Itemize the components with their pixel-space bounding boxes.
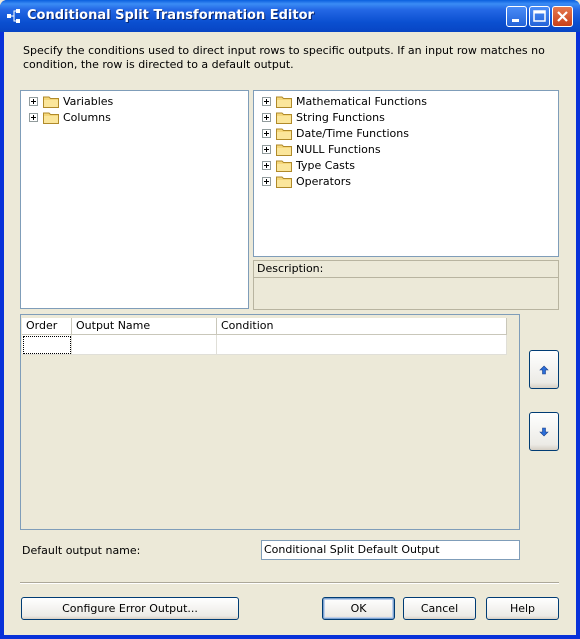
folder-icon [276, 160, 292, 172]
tree-item-label: Columns [63, 110, 111, 124]
expand-icon[interactable] [29, 96, 38, 106]
dialog-body: Specify the conditions used to direct in… [4, 32, 576, 635]
tree-item-mathematical-functions[interactable]: Mathematical Functions [262, 93, 427, 109]
folder-icon [276, 96, 292, 108]
tree-item-string-functions[interactable]: String Functions [262, 109, 385, 125]
close-button[interactable] [552, 6, 573, 27]
expand-icon[interactable] [29, 112, 38, 122]
dialog-window: Conditional Split Transformation Editor … [0, 0, 580, 639]
window-title: Conditional Split Transformation Editor [27, 8, 314, 23]
column-header-output-name[interactable]: Output Name [72, 318, 217, 335]
close-icon [557, 11, 568, 22]
cell-condition[interactable] [217, 335, 507, 355]
tree-item-label: Mathematical Functions [296, 94, 427, 108]
arrow-down-icon [539, 427, 549, 436]
tree-item-label: Operators [296, 174, 351, 188]
maximize-icon [533, 10, 546, 22]
help-button[interactable]: Help [486, 597, 559, 620]
column-header-condition[interactable]: Condition [217, 318, 507, 335]
tree-item-label: Date/Time Functions [296, 126, 409, 140]
columns-variables-tree[interactable]: Variables Columns [20, 90, 249, 309]
configure-error-output-button[interactable]: Configure Error Output... [21, 597, 239, 620]
move-down-button[interactable] [529, 412, 559, 451]
transformation-icon [7, 9, 20, 23]
tree-item-label: String Functions [296, 110, 385, 124]
tree-item-label: NULL Functions [296, 142, 381, 156]
folder-icon [276, 176, 292, 188]
minimize-button[interactable] [506, 6, 527, 27]
default-output-label: Default output name: [22, 544, 141, 557]
folder-icon [43, 96, 59, 108]
column-header-order[interactable]: Order [22, 318, 72, 335]
tree-item-null-functions[interactable]: NULL Functions [262, 141, 381, 157]
folder-icon [43, 112, 59, 124]
maximize-button[interactable] [529, 6, 550, 27]
tree-item-columns[interactable]: Columns [29, 109, 111, 125]
tree-item-operators[interactable]: Operators [262, 173, 351, 189]
tree-item-label: Variables [63, 94, 114, 108]
description-box [253, 278, 559, 310]
ok-button[interactable]: OK [322, 597, 395, 620]
instructions-text: Specify the conditions used to direct in… [23, 44, 545, 71]
minimize-icon [512, 19, 519, 22]
tree-item-datetime-functions[interactable]: Date/Time Functions [262, 125, 409, 141]
tree-item-label: Type Casts [296, 158, 355, 172]
cell-output-name[interactable] [72, 335, 217, 355]
move-up-button[interactable] [529, 350, 559, 389]
tree-item-type-casts[interactable]: Type Casts [262, 157, 355, 173]
expand-icon[interactable] [262, 96, 271, 106]
separator [20, 582, 559, 584]
grid-body: Order Output Name Condition [22, 316, 507, 528]
tree-item-variables[interactable]: Variables [29, 93, 113, 109]
cell-order[interactable] [22, 335, 72, 355]
title-bar[interactable]: Conditional Split Transformation Editor [0, 0, 580, 32]
cancel-button[interactable]: Cancel [403, 597, 476, 620]
expand-icon[interactable] [262, 144, 271, 154]
expand-icon[interactable] [262, 176, 271, 186]
functions-tree[interactable]: Mathematical Functions String Functions … [253, 90, 559, 257]
conditions-grid[interactable]: Order Output Name Condition [20, 314, 520, 530]
folder-icon [276, 112, 292, 124]
expand-icon[interactable] [262, 128, 271, 138]
default-output-name-input[interactable]: Conditional Split Default Output [261, 540, 520, 560]
folder-icon [276, 128, 292, 140]
expand-icon[interactable] [262, 112, 271, 122]
arrow-up-icon [539, 365, 549, 374]
expand-icon[interactable] [262, 160, 271, 170]
description-header: Description: [253, 260, 559, 278]
folder-icon [276, 144, 292, 156]
